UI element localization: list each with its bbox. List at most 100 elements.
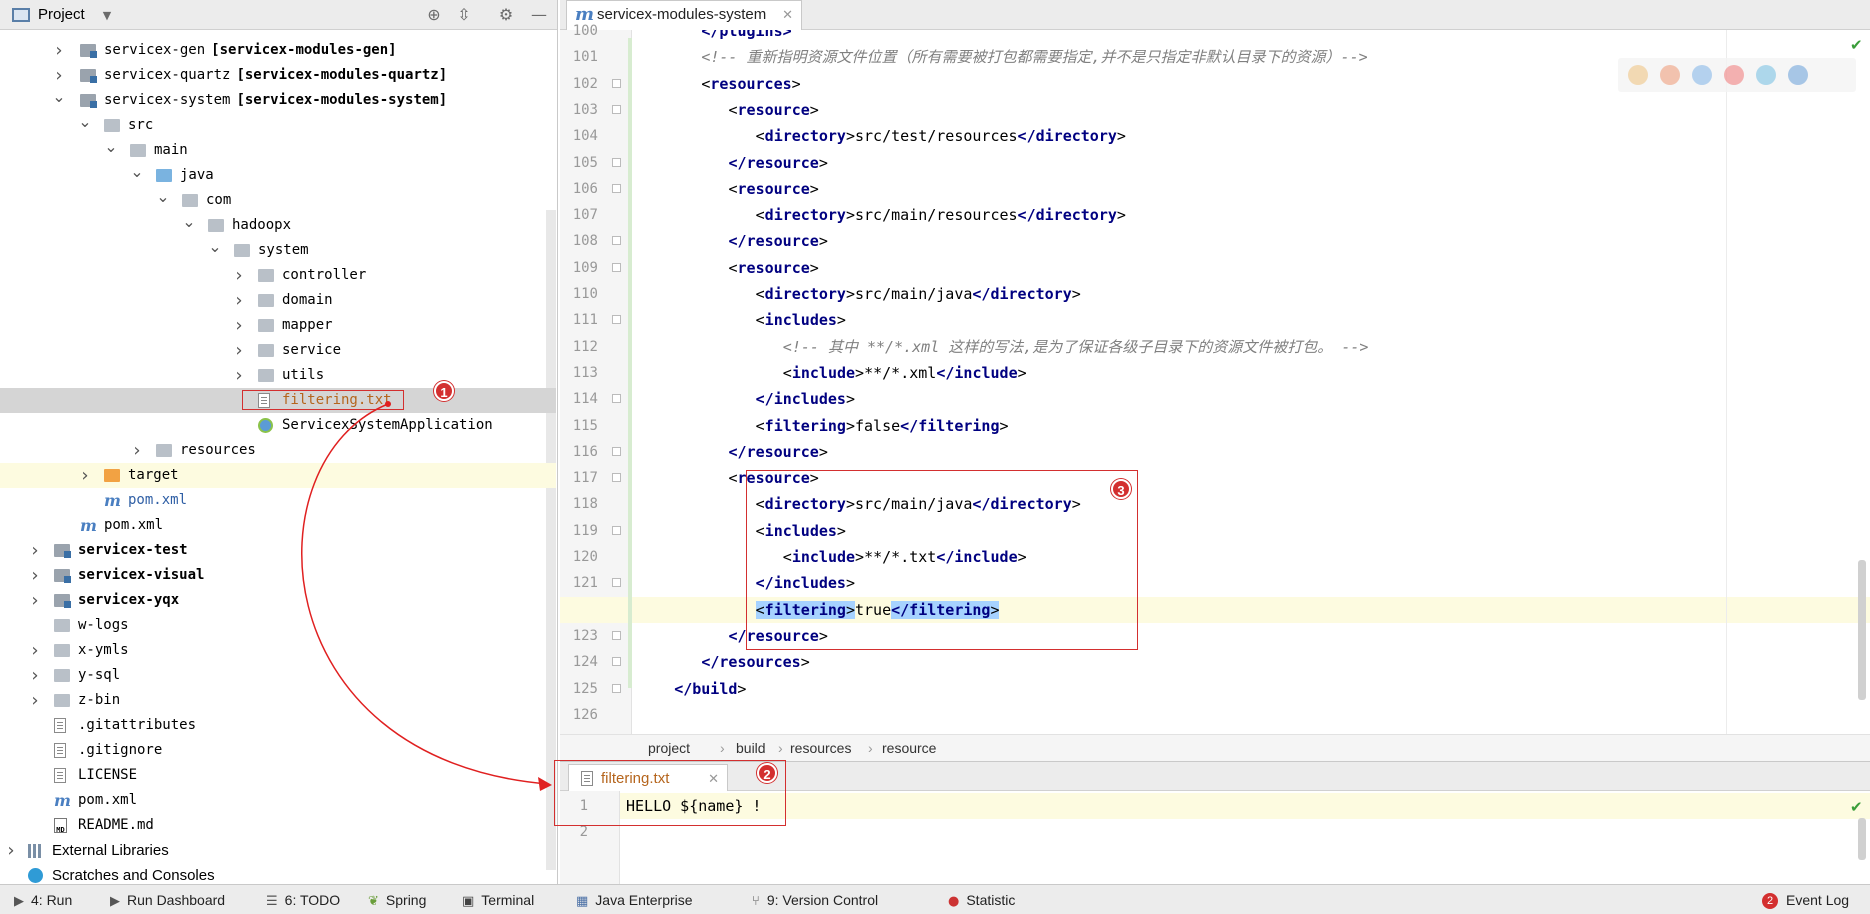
tree-item[interactable]: › servicex-gen [servicex-modules-gen] <box>0 38 556 63</box>
tree-item[interactable]: › External Libraries <box>0 838 556 863</box>
tree-item[interactable]: ⌄ main <box>0 138 556 163</box>
chevron-down-icon[interactable]: ⌄ <box>104 138 118 156</box>
tree-item[interactable]: › x-ymls <box>0 638 556 663</box>
tree-item[interactable]: › target <box>0 463 556 488</box>
close-icon[interactable]: ✕ <box>782 1 793 29</box>
event-log-button[interactable]: 2 Event Log <box>1762 885 1849 914</box>
tool-window-button[interactable]: ☰ 6: TODO <box>266 885 340 914</box>
chevron-down-icon[interactable]: ⌄ <box>182 213 196 231</box>
chevron-down-icon[interactable]: ⌄ <box>130 163 144 181</box>
chevron-right-icon[interactable]: › <box>78 463 92 488</box>
fold-marker-icon[interactable] <box>612 525 621 535</box>
tool-window-button[interactable]: ❦ Spring <box>368 885 426 914</box>
chevron-right-icon[interactable]: › <box>28 538 42 563</box>
tree-item[interactable]: › z-bin <box>0 688 556 713</box>
tree-item[interactable]: ⌄ java <box>0 163 556 188</box>
chevron-right-icon[interactable]: › <box>28 663 42 688</box>
firefox-icon[interactable] <box>1660 65 1680 85</box>
chevron-right-icon[interactable]: › <box>52 63 66 88</box>
breadcrumb-item[interactable]: build <box>736 735 766 762</box>
tool-window-button[interactable]: ⑂ 9: Version Control <box>752 885 878 914</box>
chevron-down-icon[interactable]: ⌄ <box>208 238 222 256</box>
fold-marker-icon[interactable] <box>612 262 621 272</box>
fold-marker-icon[interactable] <box>612 104 621 114</box>
tree-item[interactable]: › servicex-test <box>0 538 556 563</box>
tree-item[interactable]: ⌄ system <box>0 238 556 263</box>
fold-marker-icon[interactable] <box>612 78 621 88</box>
tree-item[interactable]: LICENSE <box>0 763 556 788</box>
tool-window-button[interactable]: ● Statistic <box>948 885 1015 914</box>
lower-code-editor[interactable]: HELLO ${name} ! <box>620 791 1870 884</box>
tree-item[interactable]: ServicexSystemApplication <box>0 413 556 438</box>
tree-item[interactable]: › servicex-quartz [servicex-modules-quartz… <box>0 63 556 88</box>
tree-item[interactable]: › controller <box>0 263 556 288</box>
tree-item[interactable]: › y-sql <box>0 663 556 688</box>
tree-item[interactable]: ⌄ servicex-system [servicex-modules-system… <box>0 88 556 113</box>
tool-window-button[interactable]: ▦ Java Enterprise <box>576 885 693 914</box>
lower-scrollbar[interactable] <box>1858 818 1866 860</box>
project-panel-title[interactable]: Project <box>38 6 85 23</box>
chevron-right-icon[interactable]: › <box>28 563 42 588</box>
chevron-down-icon[interactable]: ▼ <box>98 7 116 25</box>
tree-item[interactable]: ⌄ src <box>0 113 556 138</box>
fold-marker-icon[interactable] <box>612 473 621 483</box>
editor-scrollbar[interactable] <box>1858 560 1866 700</box>
tab-servicex-modules-system[interactable]: m servicex-modules-system ✕ <box>566 0 802 30</box>
chevron-right-icon[interactable]: › <box>28 688 42 713</box>
tree-item[interactable]: Scratches and Consoles <box>0 863 556 884</box>
tree-item[interactable]: › domain <box>0 288 556 313</box>
tree-item[interactable]: m pom.xml <box>0 513 556 538</box>
chevron-right-icon[interactable]: › <box>4 838 18 863</box>
safari-icon[interactable] <box>1692 65 1712 85</box>
tree-item[interactable]: › servicex-yqx <box>0 588 556 613</box>
fold-marker-icon[interactable] <box>612 630 621 640</box>
fold-marker-icon[interactable] <box>612 394 621 404</box>
chevron-right-icon[interactable]: › <box>232 363 246 388</box>
tree-item[interactable]: .gitattributes <box>0 713 556 738</box>
tree-item[interactable]: ⌄ hadoopx <box>0 213 556 238</box>
tree-item[interactable]: › mapper <box>0 313 556 338</box>
edge-icon[interactable] <box>1756 65 1776 85</box>
tree-item[interactable]: m pom.xml <box>0 488 556 513</box>
opera-icon[interactable] <box>1724 65 1744 85</box>
chevron-down-icon[interactable]: ⌄ <box>156 188 170 206</box>
fold-marker-icon[interactable] <box>612 183 621 193</box>
tool-window-button[interactable]: ▶ 4: Run <box>14 885 72 914</box>
tree-item[interactable]: › resources <box>0 438 556 463</box>
tree-item[interactable]: m pom.xml <box>0 788 556 813</box>
gear-icon[interactable]: ⚙ <box>497 6 515 24</box>
collapse-icon[interactable]: ⇳ <box>455 6 473 24</box>
chevron-right-icon[interactable]: › <box>28 588 42 613</box>
chevron-right-icon[interactable]: › <box>232 313 246 338</box>
locate-icon[interactable]: ⊕ <box>425 6 443 24</box>
tree-item[interactable]: MD README.md <box>0 813 556 838</box>
tree-item[interactable]: › utils <box>0 363 556 388</box>
chevron-right-icon[interactable]: › <box>232 288 246 313</box>
tree-item[interactable]: › servicex-visual <box>0 563 556 588</box>
tree-item[interactable]: .gitignore <box>0 738 556 763</box>
breadcrumb-item[interactable]: resources <box>790 735 851 762</box>
tool-window-button[interactable]: ▣ Terminal <box>462 885 534 914</box>
chevron-right-icon[interactable]: › <box>28 638 42 663</box>
fold-marker-icon[interactable] <box>612 683 621 693</box>
breadcrumb-item[interactable]: project <box>648 735 690 762</box>
chrome-icon[interactable] <box>1628 65 1648 85</box>
chevron-down-icon[interactable]: ⌄ <box>78 113 92 131</box>
fold-marker-icon[interactable] <box>612 236 621 246</box>
chevron-right-icon[interactable]: › <box>232 263 246 288</box>
tool-window-button[interactable]: ▶ Run Dashboard <box>110 885 225 914</box>
fold-marker-icon[interactable] <box>612 657 621 667</box>
tree-item[interactable]: › service <box>0 338 556 363</box>
tree-item[interactable]: ⌄ com <box>0 188 556 213</box>
fold-marker-icon[interactable] <box>612 157 621 167</box>
minimize-icon[interactable]: — <box>530 6 548 24</box>
chevron-down-icon[interactable]: ⌄ <box>52 88 66 106</box>
fold-marker-icon[interactable] <box>612 315 621 325</box>
fold-marker-icon[interactable] <box>612 446 621 456</box>
ie-icon[interactable] <box>1788 65 1808 85</box>
chevron-right-icon[interactable]: › <box>130 438 144 463</box>
chevron-right-icon[interactable]: › <box>52 38 66 63</box>
chevron-right-icon[interactable]: › <box>232 338 246 363</box>
breadcrumb-item[interactable]: resource <box>882 735 936 762</box>
tree-item[interactable]: w-logs <box>0 613 556 638</box>
